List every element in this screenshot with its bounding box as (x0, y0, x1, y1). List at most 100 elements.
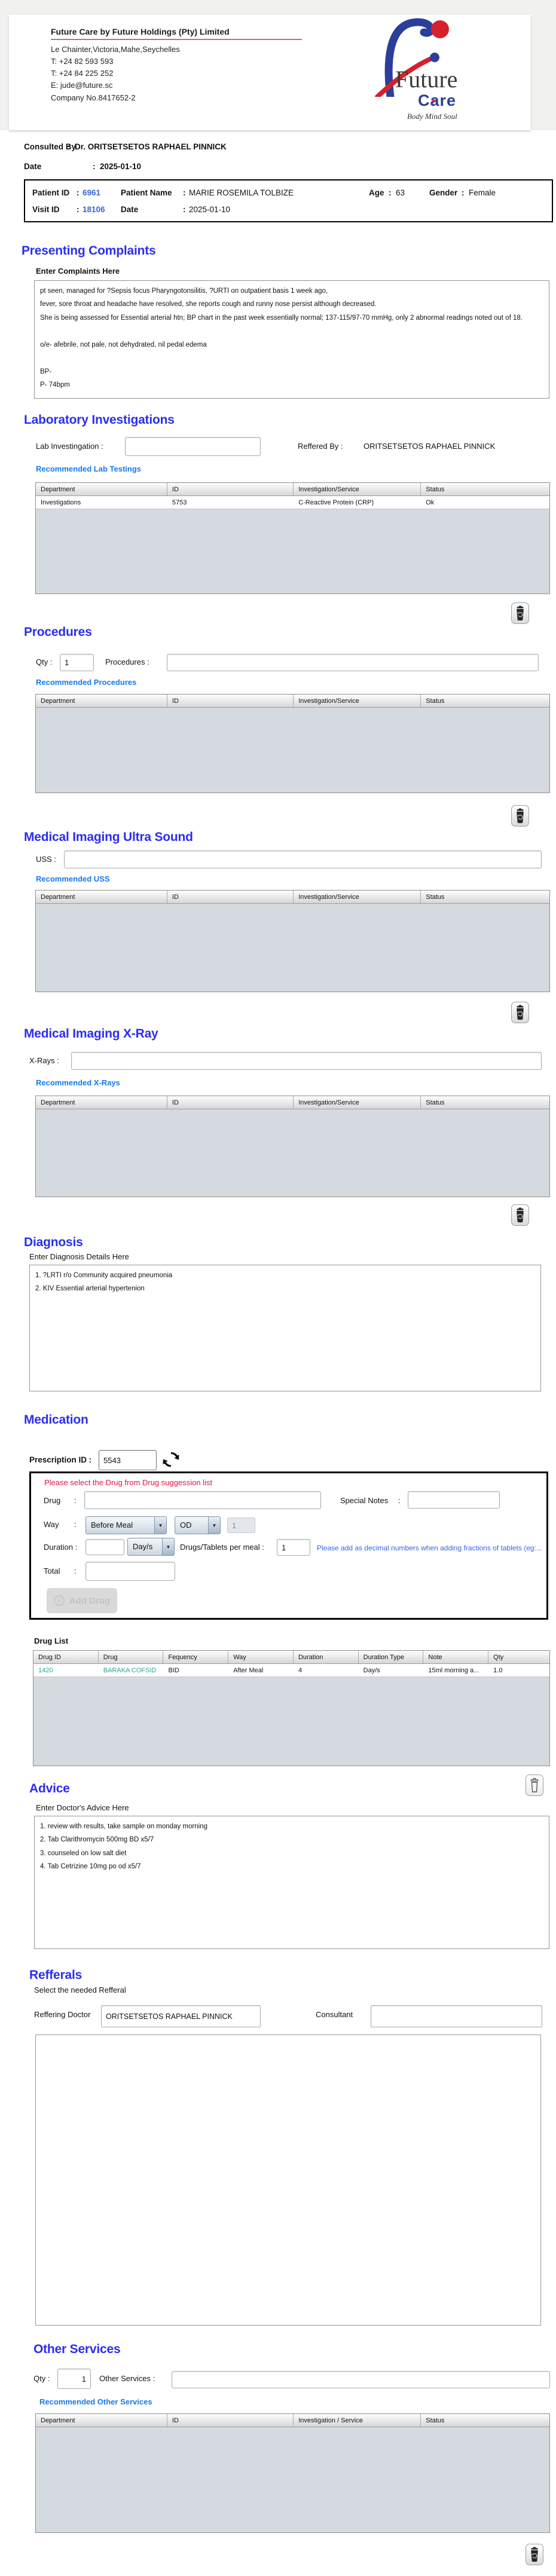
table-column-header: Investigation/Service (294, 891, 421, 903)
chevron-down-icon: ▼ (208, 1517, 220, 1534)
other-qty-input[interactable] (57, 2369, 91, 2389)
table-body-filler (36, 708, 549, 793)
duration-label: Duration : (44, 1543, 78, 1552)
diagnosis-label: Enter Diagnosis Details Here (29, 1252, 129, 1261)
gender-value: Female (469, 188, 496, 197)
table-column-header: Investigation/Service (294, 1096, 421, 1109)
drug-input[interactable] (84, 1491, 321, 1509)
patient-id-value: 6961 (83, 188, 101, 197)
frequency-select[interactable]: OD ▼ (175, 1516, 221, 1534)
advice-textarea[interactable]: 1. review with results, take sample on m… (34, 1816, 549, 1949)
other-services-field-label: Other Services : (99, 2374, 155, 2383)
table-cell: Day/s (363, 1667, 380, 1674)
recommended-procedures-link[interactable]: Recommended Procedures (36, 678, 556, 687)
duration-input[interactable] (85, 1539, 124, 1555)
referral-listbox[interactable] (35, 2035, 541, 2326)
prescription-id-input[interactable] (99, 1450, 157, 1470)
other-services-delete-button[interactable] (526, 2544, 543, 2565)
plus-icon: + (53, 1595, 65, 1606)
patient-id-label: Patient ID (32, 188, 70, 197)
recommended-lab-testings-link[interactable]: Recommended Lab Testings (36, 464, 556, 473)
refresh-prescription-button[interactable] (163, 1450, 179, 1472)
other-services-title: Other Services (33, 2342, 121, 2356)
table-cell: C-Reactive Protein (CRP) (298, 499, 374, 506)
referral-inputs-row: Reffering Doctor Consultant (0, 2005, 556, 2028)
consulted-by-row: Consulted By : Dr. ORITSETSETOS RAPHAEL … (0, 142, 556, 153)
complaints-textarea[interactable]: pt seen, managed for ?Sepsis focus Phary… (34, 280, 549, 399)
clinic-company-no: Company No.8417652-2 (51, 93, 136, 102)
table-header-row: Department ID Investigation/Service Status (36, 1096, 549, 1109)
gender-colon: : (462, 188, 465, 197)
advice-delete-button[interactable] (526, 1775, 543, 1796)
table-column-header: Department (36, 891, 167, 903)
drug-list-label: Drug List (34, 1636, 69, 1645)
lab-delete-button[interactable] (511, 602, 529, 624)
clinic-email: E: jude@future.sc (51, 81, 113, 90)
way-label: Way (44, 1520, 59, 1529)
clinic-phone-2: T: +24 84 225 252 (51, 69, 114, 78)
xray-table: Department ID Investigation/Service Status (35, 1096, 550, 1197)
table-body-filler (36, 509, 549, 593)
special-notes-input[interactable] (408, 1491, 500, 1509)
consult-date-label: Date (24, 162, 42, 171)
visit-date-value: 2025-01-10 (189, 205, 231, 214)
referring-doctor-input[interactable] (101, 2005, 261, 2027)
total-input[interactable] (85, 1562, 175, 1581)
procedures-table: Department ID Investigation/Service Status (35, 694, 550, 793)
referring-doctor-label: Reffering Doctor (34, 2010, 91, 2019)
duration-unit-select[interactable]: Day/s ▼ (127, 1538, 175, 1556)
way-select[interactable]: Before Meal ▼ (85, 1516, 167, 1534)
patient-info-box: Patient ID : 6961 Patient Name : MARIE R… (24, 179, 553, 222)
table-column-header: Way (228, 1651, 294, 1663)
table-column-header: Status (421, 695, 549, 707)
uss-label: USS : (36, 855, 56, 864)
patient-id-colon: : (77, 188, 80, 197)
table-column-header: Duration Type (358, 1651, 424, 1663)
visit-id-colon: : (77, 205, 80, 214)
table-column-header: Fequency (163, 1651, 229, 1663)
lab-investigation-input[interactable] (125, 437, 261, 456)
referred-by-value: ORITSETSETOS RAPHAEL PINNICK (363, 442, 496, 451)
table-column-header: Department (36, 695, 167, 707)
table-row[interactable]: 1420 BARAKA COFSID BID After Meal 4 Day/s 15ml… (33, 1664, 549, 1677)
table-row[interactable]: Investigations 5753 C-Reactive Protein (CR… (36, 496, 549, 509)
table-header-row: Drug ID Drug Fequency Way Duration Duration T… (33, 1651, 549, 1664)
logo-blue-dot (430, 53, 439, 62)
chevron-down-icon: ▼ (162, 1538, 174, 1555)
uss-delete-button[interactable] (511, 1002, 529, 1023)
per-meal-input[interactable] (277, 1539, 310, 1556)
referrals-select-label: Select the needed Refferal (34, 1985, 126, 1994)
consultant-input[interactable] (371, 2005, 542, 2027)
logo-tagline: Body Mind Soul (407, 112, 457, 121)
medication-title: Medication (24, 1413, 88, 1427)
table-cell: BID (168, 1667, 179, 1674)
table-header-row: Department ID Investigation/Service Status (36, 483, 549, 496)
xray-input[interactable] (71, 1052, 542, 1070)
other-services-input[interactable] (172, 2371, 550, 2388)
diagnosis-textarea[interactable]: 1. ?LRTI r/o Community acquired pneumoni… (29, 1265, 541, 1391)
trash-outline-icon (530, 1777, 539, 1792)
recommended-uss-link[interactable]: Recommended USS (36, 874, 556, 883)
procedures-qty-input[interactable] (60, 654, 94, 671)
patient-name-value: MARIE ROSEMILA TOLBIZE (189, 188, 294, 197)
add-drug-button[interactable]: + Add Drug (47, 1588, 117, 1613)
lab-investigation-label: Lab Investingation : (36, 442, 103, 451)
way-colon: : (74, 1520, 77, 1529)
table-cell: BARAKA COFSID (103, 1667, 157, 1674)
xray-delete-button[interactable] (511, 1204, 529, 1226)
recommended-xrays-link[interactable]: Recommended X-Rays (36, 1078, 556, 1087)
age-label: Age (369, 188, 384, 197)
duration-unit-value: Day/s (133, 1542, 153, 1551)
table-body-filler (33, 1677, 549, 1766)
header-area: Future Care by Future Holdings (Pty) Lim… (0, 0, 556, 130)
recommended-other-services-link[interactable]: Recommended Other Services (39, 2397, 556, 2406)
uss-input[interactable] (64, 850, 542, 868)
referrals-title: Refferals (29, 1968, 83, 1982)
visit-id-value: 18106 (83, 205, 105, 214)
table-column-header: Status (421, 2414, 549, 2427)
procedures-delete-button[interactable] (511, 805, 529, 827)
procedures-input[interactable] (167, 654, 539, 671)
trash-icon (517, 1207, 524, 1223)
table-column-header: Investigation/Service (294, 695, 421, 707)
table-cell: Investigations (41, 499, 81, 506)
